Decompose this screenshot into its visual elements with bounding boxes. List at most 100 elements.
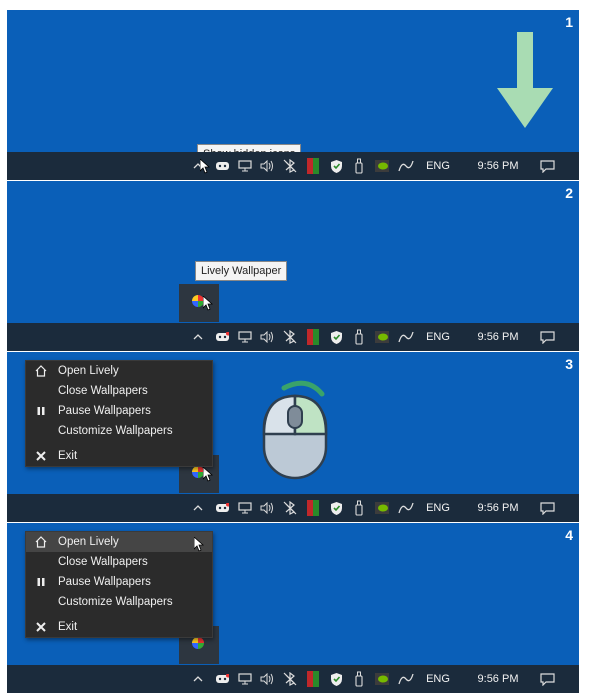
clock[interactable]: 9:56 PM: [469, 494, 527, 522]
step-number: 2: [565, 185, 573, 201]
step-number: 4: [565, 527, 573, 543]
app-tray-icon-red-green[interactable]: [303, 323, 323, 351]
home-icon: [35, 536, 47, 548]
network-icon[interactable]: [235, 323, 255, 351]
menu-item-open-lively[interactable]: Open Lively: [26, 532, 212, 552]
chevron-up-icon: [193, 505, 203, 511]
nvidia-icon[interactable]: [372, 152, 392, 180]
action-center-icon[interactable]: [535, 665, 559, 693]
menu-item-label: Exit: [58, 621, 78, 633]
mouse-right-click-icon: [262, 380, 328, 480]
volume-icon[interactable]: [257, 323, 277, 351]
language-indicator[interactable]: ENG: [421, 665, 455, 693]
menu-item-close-wallpapers[interactable]: Close Wallpapers: [26, 552, 212, 572]
app-tray-icon-red-green[interactable]: [303, 665, 323, 693]
step-3-panel: 3 Open Lively Close Wallpapers Pause Wal…: [7, 352, 579, 522]
bluetooth-off-icon[interactable]: [280, 323, 300, 351]
clock[interactable]: 9:56 PM: [469, 152, 527, 180]
hidden-icons-flyout: [179, 284, 219, 322]
close-icon: [36, 451, 46, 461]
network-icon[interactable]: [235, 665, 255, 693]
volume-icon[interactable]: [257, 152, 277, 180]
chevron-up-icon: [193, 676, 203, 682]
home-icon: [35, 365, 47, 377]
discord-tray-icon[interactable]: [212, 665, 232, 693]
menu-item-close-wallpapers[interactable]: Close Wallpapers: [26, 381, 212, 401]
action-center-icon[interactable]: [535, 494, 559, 522]
show-hidden-icons-button[interactable]: [187, 323, 209, 351]
discord-tray-icon[interactable]: [212, 494, 232, 522]
close-icon: [36, 622, 46, 632]
usb-drive-icon[interactable]: [349, 323, 369, 351]
usb-drive-icon[interactable]: [349, 494, 369, 522]
mouse-pointer-icon: [194, 537, 204, 552]
show-hidden-icons-button[interactable]: [187, 494, 209, 522]
nvidia-icon[interactable]: [372, 665, 392, 693]
bluetooth-off-icon[interactable]: [280, 152, 300, 180]
menu-item-label: Customize Wallpapers: [58, 596, 173, 608]
action-center-icon[interactable]: [535, 323, 559, 351]
volume-icon[interactable]: [257, 665, 277, 693]
volume-icon[interactable]: [257, 494, 277, 522]
lively-wallpaper-icon[interactable]: [191, 636, 205, 650]
mouse-pointer-icon: [203, 467, 213, 482]
discord-tray-icon[interactable]: [212, 323, 232, 351]
nvidia-icon[interactable]: [372, 323, 392, 351]
step-4-panel: 4 Open Lively Close Wallpapers Pause Wal…: [7, 523, 579, 693]
app-tray-icon-red-green[interactable]: [303, 494, 323, 522]
menu-item-open-lively[interactable]: Open Lively: [26, 361, 212, 381]
pen-workspace-icon[interactable]: [395, 323, 417, 351]
network-icon[interactable]: [235, 494, 255, 522]
arrow-down-icon: [497, 32, 553, 128]
security-shield-icon[interactable]: [326, 323, 346, 351]
taskbar: ENG 9:56 PM: [7, 323, 579, 351]
language-indicator[interactable]: ENG: [421, 494, 455, 522]
chevron-up-icon: [193, 334, 203, 340]
menu-item-exit[interactable]: Exit: [26, 446, 212, 466]
mouse-pointer-icon: [200, 159, 210, 174]
bluetooth-off-icon[interactable]: [280, 494, 300, 522]
clock[interactable]: 9:56 PM: [469, 665, 527, 693]
usb-drive-icon[interactable]: [349, 152, 369, 180]
discord-tray-icon[interactable]: [212, 152, 232, 180]
menu-item-pause-wallpapers[interactable]: Pause Wallpapers: [26, 401, 212, 421]
taskbar: ENG 9:56 PM: [7, 494, 579, 522]
lively-context-menu: Open Lively Close Wallpapers Pause Wallp…: [25, 360, 213, 467]
pause-icon: [37, 407, 45, 415]
step-1-panel: 1 Show hidden icons: [7, 10, 579, 180]
tooltip-lively-wallpaper: Lively Wallpaper: [195, 261, 288, 281]
security-shield-icon[interactable]: [326, 665, 346, 693]
security-shield-icon[interactable]: [326, 494, 346, 522]
menu-item-label: Pause Wallpapers: [58, 405, 151, 417]
step-number: 3: [565, 356, 573, 372]
lively-context-menu: Open Lively Close Wallpapers Pause Wallp…: [25, 531, 213, 638]
pen-workspace-icon[interactable]: [395, 665, 417, 693]
menu-item-customize-wallpapers[interactable]: Customize Wallpapers: [26, 421, 212, 441]
menu-item-label: Customize Wallpapers: [58, 425, 173, 437]
mouse-pointer-icon: [203, 296, 213, 311]
security-shield-icon[interactable]: [326, 152, 346, 180]
pen-workspace-icon[interactable]: [395, 152, 417, 180]
menu-item-label: Open Lively: [58, 365, 119, 377]
bluetooth-off-icon[interactable]: [280, 665, 300, 693]
menu-item-label: Close Wallpapers: [58, 385, 148, 397]
usb-drive-icon[interactable]: [349, 665, 369, 693]
show-hidden-icons-button[interactable]: [187, 665, 209, 693]
menu-item-label: Close Wallpapers: [58, 556, 148, 568]
menu-item-pause-wallpapers[interactable]: Pause Wallpapers: [26, 572, 212, 592]
app-tray-icon-red-green[interactable]: [303, 152, 323, 180]
nvidia-icon[interactable]: [372, 494, 392, 522]
network-icon[interactable]: [235, 152, 255, 180]
pen-workspace-icon[interactable]: [395, 494, 417, 522]
step-2-panel: 2 Lively Wallpaper ENG 9:56 PM: [7, 181, 579, 351]
pause-icon: [37, 578, 45, 586]
menu-item-label: Exit: [58, 450, 78, 462]
language-indicator[interactable]: ENG: [421, 323, 455, 351]
taskbar: ENG 9:56 PM: [7, 665, 579, 693]
action-center-icon[interactable]: [535, 152, 559, 180]
clock[interactable]: 9:56 PM: [469, 323, 527, 351]
language-indicator[interactable]: ENG: [421, 152, 455, 180]
menu-item-label: Open Lively: [58, 536, 119, 548]
menu-item-customize-wallpapers[interactable]: Customize Wallpapers: [26, 592, 212, 612]
menu-item-exit[interactable]: Exit: [26, 617, 212, 637]
